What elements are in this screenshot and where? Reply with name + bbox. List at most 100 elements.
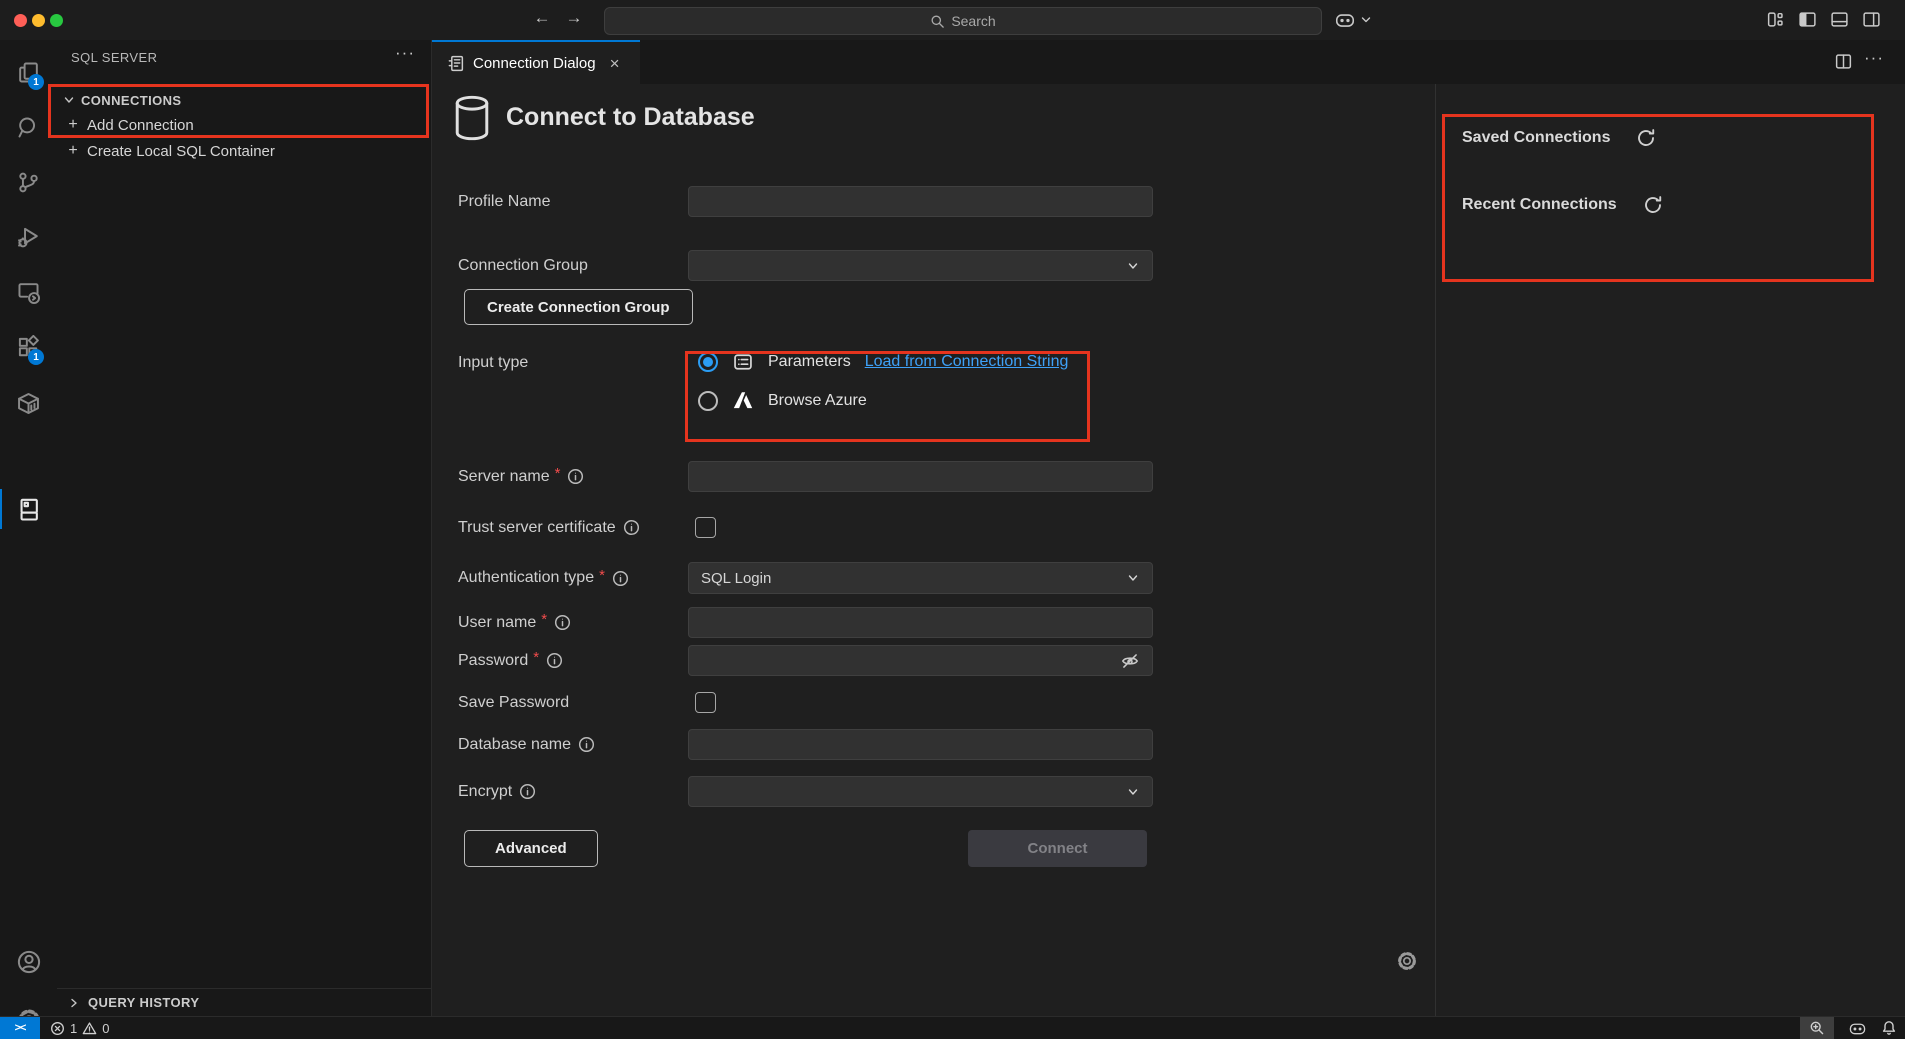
vscode-window: ← → Search — [0, 0, 1905, 1039]
toggle-secondary-sidebar-icon[interactable] — [1862, 10, 1881, 29]
profile-name-label: Profile Name — [458, 186, 550, 217]
editor-more-actions-icon[interactable]: ··· — [1864, 48, 1884, 68]
password-input[interactable] — [688, 645, 1153, 676]
traffic-minimize-icon[interactable] — [32, 14, 45, 27]
info-icon — [546, 652, 563, 669]
copilot-status-icon[interactable] — [1848, 1020, 1867, 1037]
explorer-badge: 1 — [28, 74, 44, 90]
add-connection-label: Add Connection — [87, 117, 194, 134]
plus-icon: + — [65, 116, 81, 134]
tab-connection-dialog[interactable]: Connection Dialog × — [432, 40, 640, 84]
search-input[interactable]: Search — [604, 7, 1322, 35]
toggle-password-visibility-icon[interactable] — [1120, 651, 1140, 671]
copilot-icon[interactable] — [1334, 10, 1356, 30]
connection-group-label: Connection Group — [458, 250, 588, 281]
sidebar-item-explorer[interactable]: 1 — [0, 48, 57, 96]
user-name-input[interactable] — [688, 607, 1153, 638]
back-icon[interactable]: ← — [530, 8, 554, 28]
sidebar-item-search[interactable] — [0, 103, 57, 151]
save-password-label: Save Password — [458, 692, 569, 713]
radio-selected-icon[interactable] — [698, 352, 718, 372]
pane-divider — [1435, 84, 1436, 1016]
tab-title: Connection Dialog — [473, 55, 596, 72]
remote-icon: >< — [15, 1022, 26, 1034]
chevron-down-icon — [1126, 259, 1140, 273]
split-editor-icon[interactable] — [1834, 52, 1853, 71]
sidebar-item-add-connection[interactable]: + Add Connection — [57, 112, 432, 138]
close-icon[interactable]: × — [610, 55, 620, 72]
extensions-badge: 1 — [28, 349, 44, 365]
problems-indicator[interactable]: 1 0 — [50, 1021, 109, 1036]
copilot-chevron-down-icon[interactable] — [1360, 14, 1372, 26]
user-name-label: User name* — [458, 607, 571, 638]
zoom-in-icon — [1809, 1020, 1825, 1036]
sidebar-item-sql-server[interactable] — [0, 485, 57, 533]
authentication-type-select[interactable]: SQL Login — [688, 562, 1153, 594]
connection-dialog-webview: Connect to Database Profile Name Connect… — [432, 84, 1905, 1016]
encrypt-select[interactable] — [688, 776, 1153, 807]
query-history-section[interactable]: QUERY HISTORY — [57, 988, 432, 1016]
server-name-input[interactable] — [688, 461, 1153, 492]
sidebar-item-source-control[interactable] — [0, 158, 57, 206]
sidebar-item-run-debug[interactable] — [0, 213, 57, 261]
sidebar-item-remote-explorer[interactable] — [0, 268, 57, 316]
notifications-bell-icon[interactable] — [1881, 1020, 1897, 1036]
save-password-checkbox[interactable] — [695, 692, 716, 713]
sidebar-item-containers[interactable] — [0, 379, 57, 427]
parameters-option-label: Parameters — [768, 353, 851, 371]
connection-group-select[interactable] — [688, 250, 1153, 281]
create-local-sql-container-label: Create Local SQL Container — [87, 143, 275, 160]
recent-connections-section: Recent Connections — [1462, 195, 1663, 215]
password-label: Password* — [458, 645, 563, 676]
trust-server-certificate-label: Trust server certificate — [458, 517, 640, 538]
warning-icon — [82, 1021, 97, 1036]
search-placeholder: Search — [951, 13, 995, 29]
sidebar-item-create-local-sql-container[interactable]: + Create Local SQL Container — [57, 138, 432, 164]
saved-connections-section: Saved Connections — [1462, 128, 1656, 148]
title-bar: ← → Search — [0, 0, 1905, 40]
activity-bar: 1 — [0, 40, 57, 1016]
chevron-down-icon — [1126, 571, 1140, 585]
advanced-button[interactable]: Advanced — [464, 830, 598, 867]
sidebar-more-actions-icon[interactable]: ··· — [395, 43, 415, 63]
refresh-icon[interactable] — [1643, 195, 1663, 215]
sidebar-item-extensions[interactable]: 1 — [0, 323, 57, 371]
refresh-icon[interactable] — [1636, 128, 1656, 148]
forward-icon[interactable]: → — [562, 8, 586, 28]
error-icon — [50, 1021, 65, 1036]
remote-indicator[interactable]: >< — [0, 1017, 40, 1039]
chevron-down-icon — [62, 93, 76, 107]
database-name-input[interactable] — [688, 729, 1153, 760]
zoom-indicator[interactable] — [1800, 1017, 1834, 1039]
traffic-zoom-icon[interactable] — [50, 14, 63, 27]
parameters-icon — [732, 351, 754, 373]
traffic-close-icon[interactable] — [14, 14, 27, 27]
chevron-down-icon — [1126, 785, 1140, 799]
customize-layout-icon[interactable] — [1766, 10, 1785, 29]
trust-server-certificate-checkbox[interactable] — [695, 517, 716, 538]
tree-section-connections[interactable]: CONNECTIONS — [57, 88, 432, 112]
connection-dialog-tab-icon — [446, 54, 465, 73]
info-icon — [623, 519, 640, 536]
toggle-primary-sidebar-icon[interactable] — [1798, 10, 1817, 29]
input-type-option-browse-azure[interactable]: Browse Azure — [698, 390, 867, 412]
database-name-label: Database name — [458, 729, 595, 760]
accounts-icon[interactable] — [0, 938, 57, 986]
page-title: Connect to Database — [506, 103, 755, 132]
load-from-connection-string-link[interactable]: Load from Connection String — [865, 353, 1069, 371]
profile-name-input[interactable] — [688, 186, 1153, 217]
radio-unselected-icon[interactable] — [698, 391, 718, 411]
toggle-panel-icon[interactable] — [1830, 10, 1849, 29]
info-icon — [567, 468, 584, 485]
saved-connections-title: Saved Connections — [1462, 129, 1610, 147]
server-name-label: Server name* — [458, 461, 584, 492]
info-icon — [519, 783, 536, 800]
sidebar-title: SQL SERVER — [71, 50, 157, 65]
connect-button[interactable]: Connect — [968, 830, 1147, 867]
editor-tab-bar: Connection Dialog × ··· — [432, 40, 1905, 84]
webview-settings-gear-icon[interactable] — [1396, 950, 1418, 972]
chevron-right-icon — [67, 996, 81, 1010]
info-icon — [578, 736, 595, 753]
create-connection-group-button[interactable]: Create Connection Group — [464, 289, 693, 325]
input-type-option-parameters[interactable]: Parameters Load from Connection String — [698, 351, 1068, 373]
